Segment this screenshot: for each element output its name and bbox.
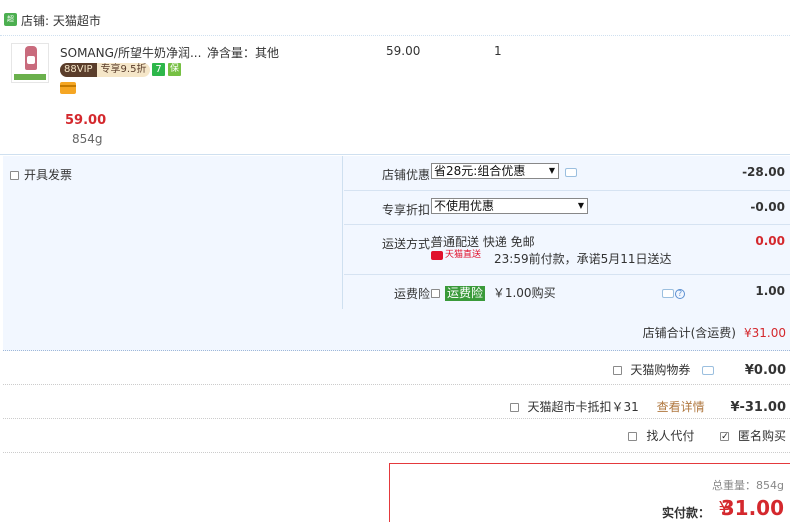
tmall-cat-icon: [431, 251, 443, 260]
chat-icon[interactable]: [702, 366, 715, 375]
vip-discount-text: 专享9.5折: [100, 64, 147, 75]
guarantee-icon: 保: [168, 63, 181, 76]
seven-day-return-icon: 7: [152, 63, 165, 76]
unit-price: 59.00: [386, 44, 421, 58]
freight-insurance-price: ￥1.00购买: [492, 286, 556, 300]
exclusive-discount-select[interactable]: 不使用优惠 ▼: [431, 198, 588, 214]
chat-icon[interactable]: [565, 168, 577, 177]
exclusive-discount-row: 专享折扣: 不使用优惠 ▼ -0.00: [344, 191, 790, 225]
freight-insurance-checkbox[interactable]: [431, 289, 440, 298]
payment-summary-box: 总重量：854g 实付款： ¥ 31.00: [389, 463, 790, 522]
shop-discount-value: -28.00: [742, 165, 785, 179]
exclusive-discount-value: -0.00: [750, 200, 785, 214]
bottle-label-graphic: [27, 56, 35, 64]
freight-insurance-value: 1.00: [755, 284, 785, 298]
shop-total: 店铺合计(含运费) ¥31.00: [643, 324, 786, 341]
shipping-method: 普通配送 快递 免邮: [431, 235, 535, 249]
actual-payment-amount: 31.00: [720, 496, 784, 520]
shop-logo-icon: 超市: [4, 13, 17, 36]
freight-insurance-row: 运费险: 运费险 ￥1.00购买 ? 1.00: [344, 275, 790, 309]
order-item-row: SOMANG/所望牛奶净润... 88VIP 专享9.5折 7 保 净含量：其他 …: [0, 37, 790, 155]
shop-total-value: ¥31.00: [744, 326, 786, 340]
shop-options-panel: 开具发票 店铺优惠: 省28元:组合优惠 ▼ -28.00 专享折扣: 不使用优…: [3, 156, 790, 351]
shop-header: 超市 店铺: 天猫超市: [0, 0, 790, 36]
coupon-label[interactable]: 天猫购物券: [630, 363, 690, 377]
card-label[interactable]: 天猫超市卡抵扣￥31: [527, 400, 638, 414]
item-price: 59.00: [65, 113, 107, 128]
invoice-checkbox[interactable]: [10, 171, 19, 180]
product-thumbnail[interactable]: [11, 43, 49, 83]
thumbnail-banner: [14, 74, 46, 80]
supermarket-card-row: 天猫超市卡抵扣￥31 查看详情 ¥-31.00: [3, 386, 790, 419]
vip-tag: 88VIP: [60, 63, 97, 77]
tmall-direct-text: 天猫直送: [445, 250, 482, 260]
card-deduction-value: ¥-31.00: [730, 400, 786, 415]
dropdown-arrow-icon: ▼: [577, 201, 584, 210]
shipping-label: 运送方式:: [381, 237, 434, 251]
shop-discount-label: 店铺优惠:: [381, 168, 434, 182]
tmall-coupon-row: 天猫购物券 ¥0.00: [3, 352, 790, 385]
product-spec: 净含量：其他: [207, 46, 280, 60]
coupon-value: ¥0.00: [744, 363, 786, 378]
credit-card-icon: [60, 82, 76, 94]
exclusive-discount-label: 专享折扣:: [381, 203, 434, 217]
shop-discount-section: 店铺优惠: 省28元:组合优惠 ▼ -28.00 专享折扣: 不使用优惠 ▼ -…: [344, 156, 790, 309]
proxy-pay-checkbox[interactable]: [628, 432, 638, 441]
shop-discount-selected: 省28元:组合优惠: [434, 164, 526, 178]
actual-payment-label: 实付款：: [661, 506, 710, 520]
total-weight: 总重量：854g: [712, 479, 784, 492]
chat-icon[interactable]: [662, 289, 674, 298]
dropdown-arrow-icon: ▼: [548, 166, 555, 175]
shipping-fee: 0.00: [755, 234, 785, 248]
help-icon[interactable]: ?: [675, 289, 685, 299]
delivery-promise: 23:59前付款，承诺5月11日送达: [494, 252, 672, 266]
shop-total-label: 店铺合计(含运费): [642, 326, 736, 340]
vip-discount-badge: 88VIP 专享9.5折: [60, 63, 150, 77]
product-title[interactable]: SOMANG/所望牛奶净润...: [60, 44, 201, 61]
anonymous-checkbox[interactable]: [720, 432, 730, 441]
coupon-checkbox[interactable]: [612, 366, 622, 375]
exclusive-discount-selected: 不使用优惠: [434, 199, 495, 213]
anonymous-label[interactable]: 匿名购买: [738, 429, 786, 443]
shop-name[interactable]: 店铺: 天猫超市: [21, 12, 101, 29]
shop-discount-select[interactable]: 省28元:组合优惠 ▼: [431, 163, 559, 179]
freight-insurance-label: 运费险:: [393, 287, 434, 301]
purchase-options-row: 找人代付 匿名购买: [3, 420, 790, 453]
view-details-link[interactable]: 查看详情: [657, 400, 705, 414]
invoice-checkbox-label[interactable]: 开具发票: [10, 166, 72, 183]
quantity: 1: [494, 44, 502, 58]
invoice-section: 开具发票: [3, 156, 343, 309]
tmall-direct-logo: 天猫直送: [431, 250, 489, 261]
shipping-row: 运送方式: 普通配送 快递 免邮 天猫直送 23:59前付款，承诺5月11日送达…: [344, 225, 790, 275]
freight-insurance-option[interactable]: 运费险 ￥1.00购买: [431, 284, 556, 301]
shop-discount-row: 店铺优惠: 省28元:组合优惠 ▼ -28.00: [344, 156, 790, 191]
invoice-label: 开具发票: [24, 168, 73, 182]
item-weight: 854g: [72, 132, 103, 146]
proxy-pay-label[interactable]: 找人代付: [646, 429, 694, 443]
freight-insurance-tag: 运费险: [445, 286, 486, 301]
card-checkbox[interactable]: [509, 403, 519, 412]
